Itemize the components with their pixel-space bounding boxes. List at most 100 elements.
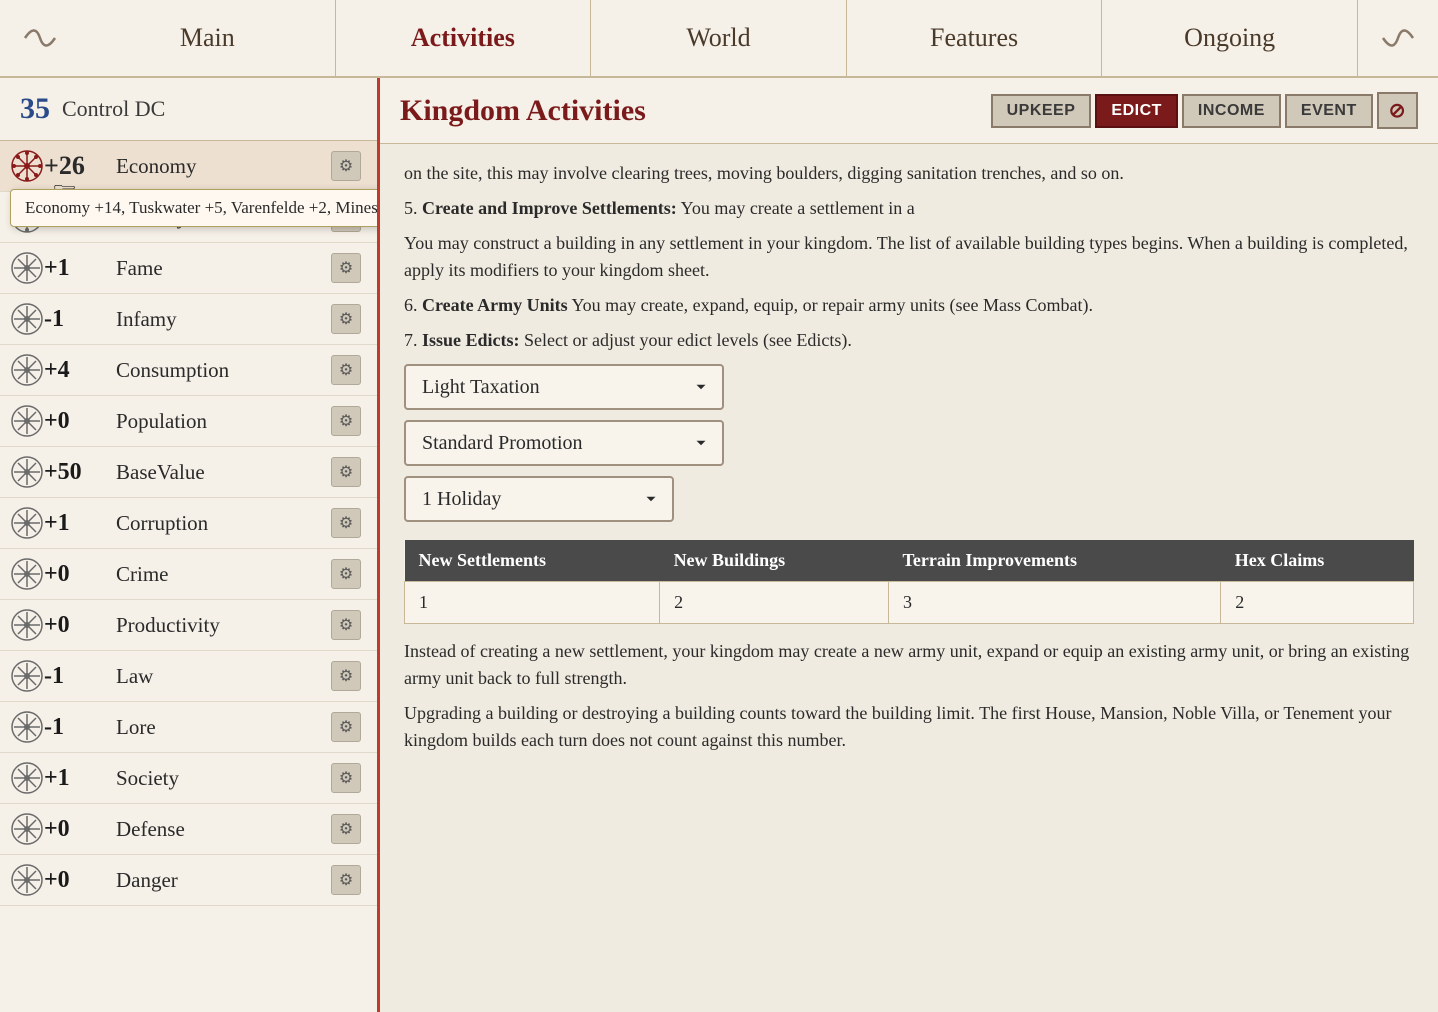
stat-row-corruption[interactable]: +1 Corruption ⚙ [0,498,377,549]
stat-row-lore[interactable]: -1 Lore ⚙ [0,702,377,753]
stat-gear-law[interactable]: ⚙ [331,661,361,691]
intro-text: on the site, this may involve clearing t… [404,160,1414,187]
stat-row-defense[interactable]: +0 Defense ⚙ [0,804,377,855]
event-button[interactable]: EVENT [1285,94,1373,128]
stat-gear-society[interactable]: ⚙ [331,763,361,793]
stat-row-society[interactable]: +1 Society ⚙ [0,753,377,804]
stat-value-productivity: +0 [44,612,116,639]
cell-new-settlements: 1 [405,582,660,624]
stat-icon-population [10,404,44,438]
stat-gear-lore[interactable]: ⚙ [331,712,361,742]
stat-label-population: Population [116,409,331,434]
stat-label-law: Law [116,664,331,689]
stat-row-infamy[interactable]: -1 Infamy ⚙ [0,294,377,345]
stat-row-economy[interactable]: +26 Economy ⚙ ☞ Economy +14, Tuskwater +… [0,141,377,192]
col-hex-claims: Hex Claims [1221,540,1414,582]
stat-icon-crime [10,557,44,591]
promotion-select[interactable]: Standard Promotion No Promotion Token Pr… [404,420,724,466]
stat-label-defense: Defense [116,817,331,842]
stat-label-fame: Fame [116,256,331,281]
stat-value-economy: +26 [44,151,116,181]
tab-features[interactable]: Features [847,0,1103,76]
stat-icon-productivity [10,608,44,642]
stat-value-danger: +0 [44,867,116,894]
promotion-dropdown-row: Standard Promotion No Promotion Token Pr… [404,420,1414,466]
cell-hex-claims: 2 [1221,582,1414,624]
stat-gear-corruption[interactable]: ⚙ [331,508,361,538]
stat-gear-economy[interactable]: ⚙ [331,151,361,181]
col-new-buildings: New Buildings [660,540,889,582]
stat-label-danger: Danger [116,868,331,893]
stat-icon-basevalue [10,455,44,489]
stat-row-consumption[interactable]: +4 Consumption ⚙ [0,345,377,396]
stat-label-economy: Economy [116,154,331,179]
col-terrain-improvements: Terrain Improvements [889,540,1221,582]
stat-row-productivity[interactable]: +0 Productivity ⚙ [0,600,377,651]
stat-gear-fame[interactable]: ⚙ [331,253,361,283]
control-dc-row: 35 Control DC [0,78,377,141]
content-item-6: 6. Create Army Units You may create, exp… [404,292,1414,319]
stat-gear-danger[interactable]: ⚙ [331,865,361,895]
stat-label-crime: Crime [116,562,331,587]
stat-row-population[interactable]: +0 Population ⚙ [0,396,377,447]
stat-value-defense: +0 [44,816,116,843]
main-layout: 35 Control DC +26 Economy ⚙ ☞ [0,78,1438,1012]
stat-label-productivity: Productivity [116,613,331,638]
stat-row-basevalue[interactable]: +50 BaseValue ⚙ [0,447,377,498]
content-header: Kingdom Activities UPKEEP EDICT INCOME E… [380,78,1438,144]
content-item-7: 7. Issue Edicts: Select or adjust your e… [404,327,1414,354]
activities-table: New Settlements New Buildings Terrain Im… [404,540,1414,624]
stat-gear-infamy[interactable]: ⚙ [331,304,361,334]
stat-gear-basevalue[interactable]: ⚙ [331,457,361,487]
tab-world[interactable]: World [591,0,847,76]
stat-value-lore: -1 [44,714,116,741]
stat-icon-law [10,659,44,693]
table-row: 1 2 3 2 [405,582,1414,624]
upkeep-button[interactable]: UPKEEP [991,94,1092,128]
stat-gear-defense[interactable]: ⚙ [331,814,361,844]
tab-main[interactable]: Main [80,0,336,76]
stat-gear-population[interactable]: ⚙ [331,406,361,436]
stat-gear-consumption[interactable]: ⚙ [331,355,361,385]
stat-icon-society [10,761,44,795]
cell-new-buildings: 2 [660,582,889,624]
edict-button[interactable]: EDICT [1095,94,1178,128]
stat-icon-economy [10,149,44,183]
stat-row-fame[interactable]: +1 Fame ⚙ [0,243,377,294]
stat-label-lore: Lore [116,715,331,740]
content-building: You may construct a building in any sett… [404,230,1414,284]
header-buttons: UPKEEP EDICT INCOME EVENT ⊘ [991,92,1418,129]
stop-button[interactable]: ⊘ [1377,92,1418,129]
tab-ongoing[interactable]: Ongoing [1102,0,1358,76]
holiday-select[interactable]: 1 Holiday 0 Holidays 6 Holidays 12 Holid… [404,476,674,522]
stat-icon-infamy [10,302,44,336]
stat-icon-corruption [10,506,44,540]
stat-gear-productivity[interactable]: ⚙ [331,610,361,640]
stat-value-consumption: +4 [44,357,116,384]
income-button[interactable]: INCOME [1182,94,1281,128]
col-new-settlements: New Settlements [405,540,660,582]
nav-decoration-left [0,13,80,63]
stat-label-consumption: Consumption [116,358,331,383]
stat-value-society: +1 [44,765,116,792]
footer-text-2: Upgrading a building or destroying a bui… [404,700,1414,754]
stat-gear-crime[interactable]: ⚙ [331,559,361,589]
taxation-select[interactable]: Light Taxation No Taxation Normal Taxati… [404,364,724,410]
stat-icon-consumption [10,353,44,387]
stat-icon-fame [10,251,44,285]
stat-value-corruption: +1 [44,510,116,537]
stat-icon-danger [10,863,44,897]
stat-row-crime[interactable]: +0 Crime ⚙ [0,549,377,600]
stat-row-danger[interactable]: +0 Danger ⚙ [0,855,377,906]
content-area: Kingdom Activities UPKEEP EDICT INCOME E… [380,78,1438,1012]
stat-label-society: Society [116,766,331,791]
stat-label-corruption: Corruption [116,511,331,536]
stat-value-fame: +1 [44,255,116,282]
nav-tabs: Main Activities World Features Ongoing [80,0,1358,76]
page-title: Kingdom Activities [400,94,991,128]
holiday-dropdown-row: 1 Holiday 0 Holidays 6 Holidays 12 Holid… [404,476,1414,522]
tab-activities[interactable]: Activities [336,0,592,76]
stat-icon-lore [10,710,44,744]
stat-row-law[interactable]: -1 Law ⚙ [0,651,377,702]
stat-label-basevalue: BaseValue [116,460,331,485]
